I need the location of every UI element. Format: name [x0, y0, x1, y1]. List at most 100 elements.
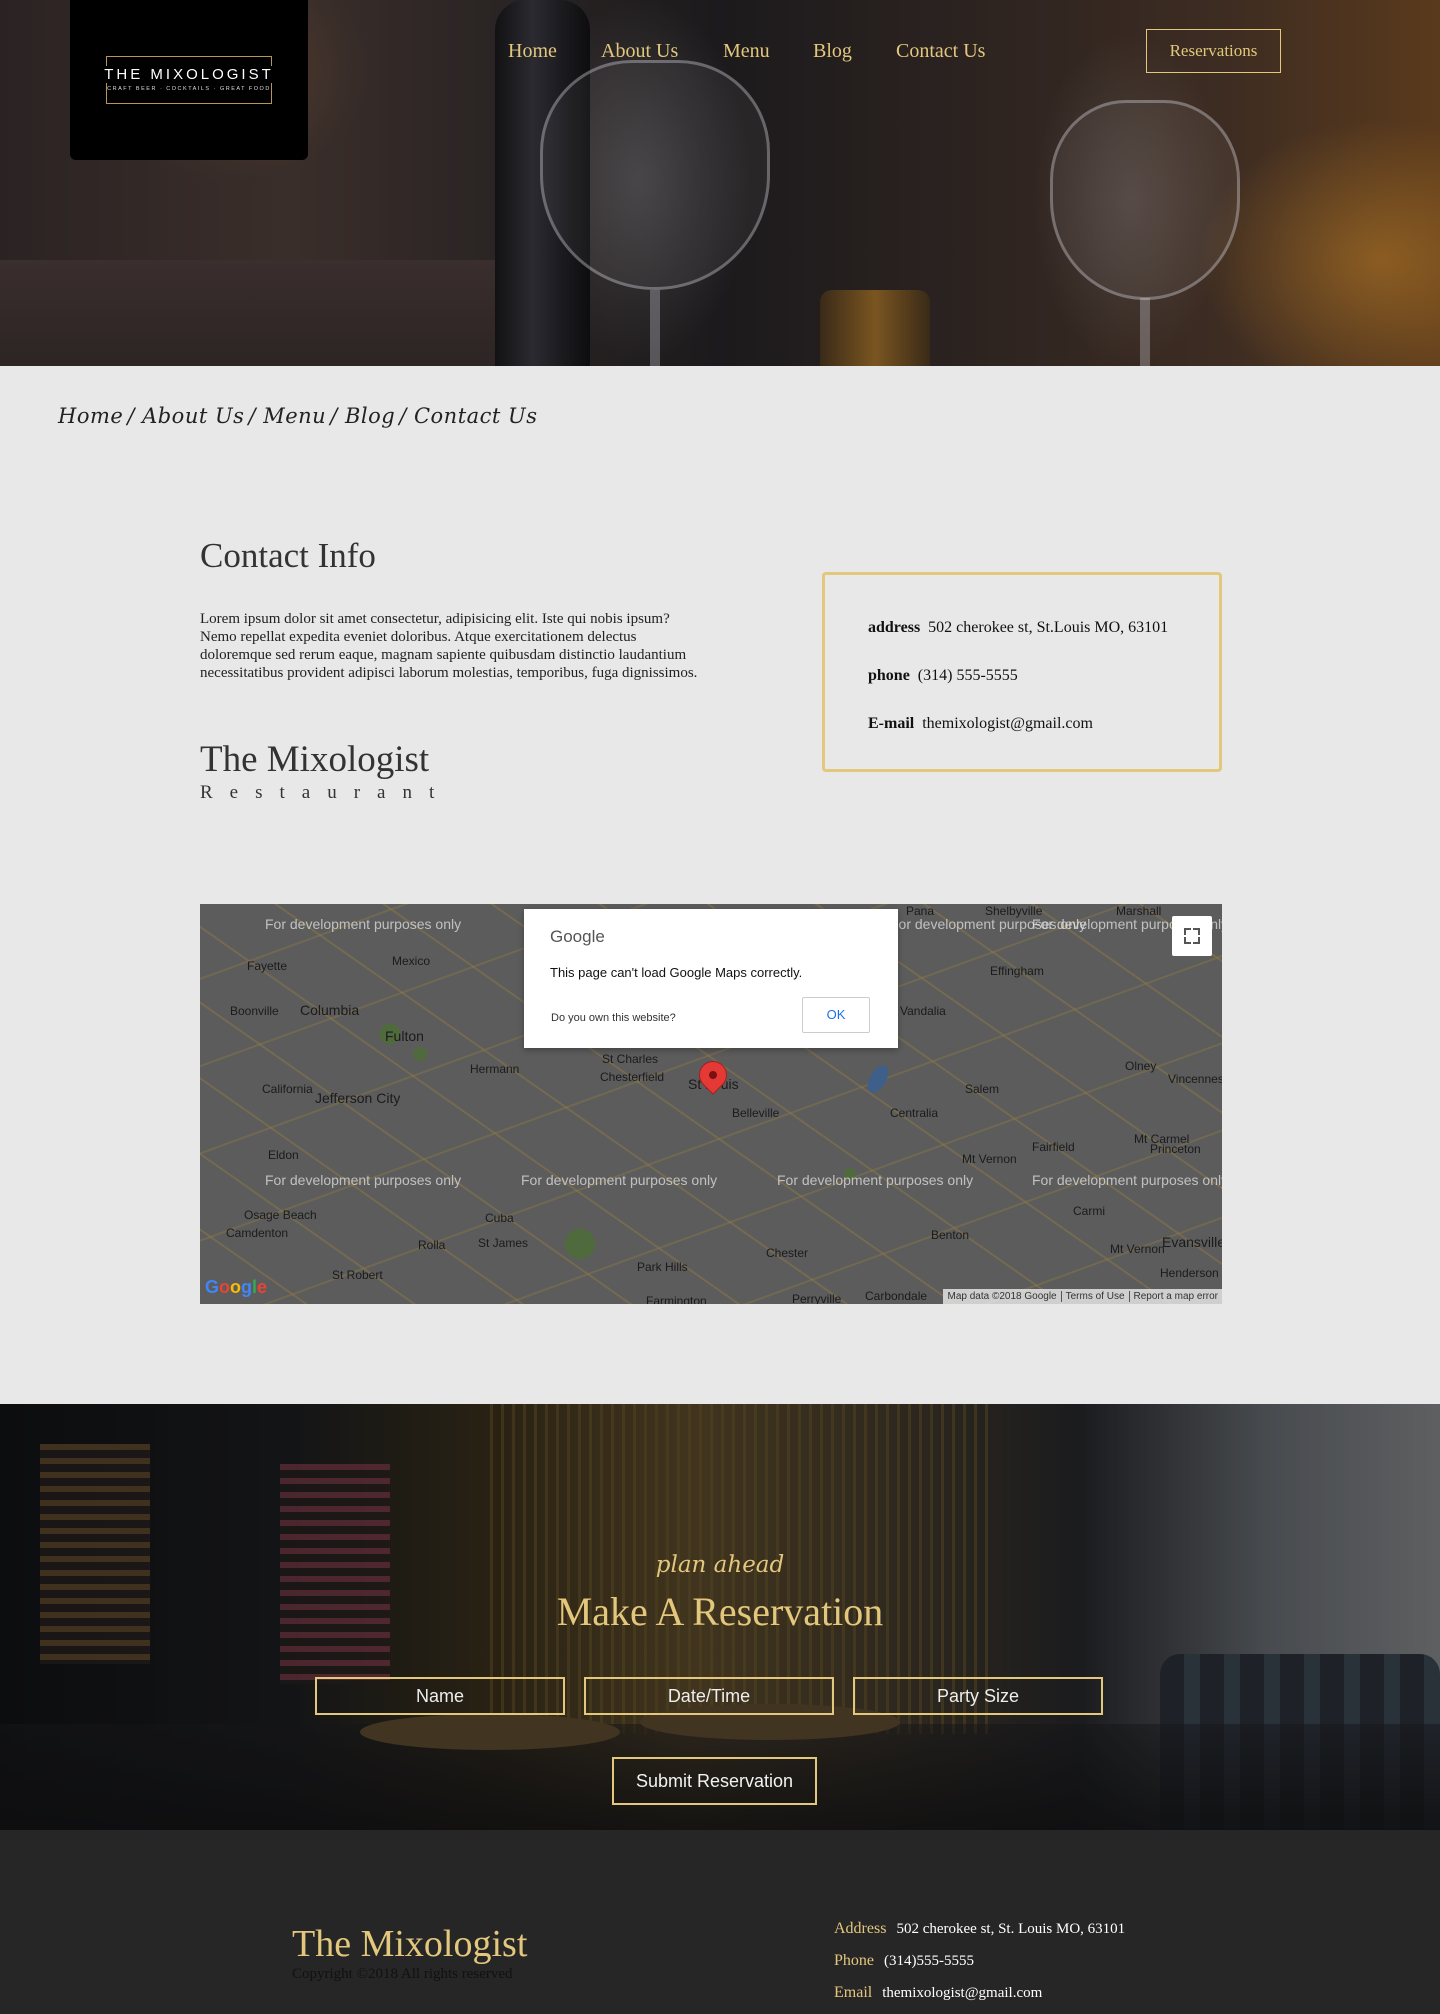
dialog-google-logo: Google — [550, 927, 605, 946]
contact-info-title: Contact Info — [200, 536, 376, 575]
hero-jar-image — [820, 290, 930, 366]
fullscreen-corner — [1193, 928, 1200, 935]
map-place: Olney — [1125, 1059, 1157, 1073]
hero-glass-stem-2 — [1140, 298, 1150, 366]
map-place: Carbondale — [865, 1289, 928, 1303]
map-place: Jefferson City — [315, 1090, 401, 1106]
map-place: Mt Vernon — [962, 1152, 1017, 1166]
phone-value[interactable]: (314) 555-5555 — [918, 667, 1018, 684]
map-place: Vincennes — [1168, 1072, 1222, 1086]
map-place: California — [262, 1082, 313, 1096]
date-time-field[interactable]: Date/Time — [584, 1677, 834, 1715]
hero-banner: THE MIXOLOGIST CRAFT BEER · COCKTAILS · … — [0, 0, 1440, 366]
breadcrumb-menu[interactable]: Menu — [263, 404, 326, 428]
reservation-title: Make A Reservation — [556, 1589, 884, 1634]
nav-home[interactable]: Home — [508, 40, 557, 63]
map-place: Rolla — [418, 1238, 446, 1252]
map-place: Chesterfield — [600, 1070, 665, 1084]
address-label: address — [868, 619, 921, 636]
contact-info-text: Lorem ipsum dolor sit amet consectetur, … — [200, 611, 698, 681]
map-data-credit: Map data ©2018 Google — [947, 1291, 1057, 1302]
dialog-ok-button[interactable]: OK — [802, 997, 870, 1033]
submit-reservation-button[interactable]: Submit Reservation — [612, 1757, 817, 1805]
map-place: Boonville — [230, 1004, 279, 1018]
logo-tagline: CRAFT BEER · COCKTAILS · GREAT FOOD — [107, 86, 271, 92]
logo-name-text: THE MIXOLOGIST — [98, 66, 280, 83]
email-label: E-mail — [868, 715, 915, 732]
breadcrumb-about-us[interactable]: About Us — [142, 404, 244, 428]
footer-copyright: Copyright ©2018 All rights reserved — [292, 1966, 513, 1982]
map-place: Carmi — [1073, 1204, 1105, 1218]
hero-glass-image-2 — [1050, 100, 1240, 300]
map-place: Eldon — [268, 1148, 299, 1162]
email-value[interactable]: themixologist@gmail.com — [922, 715, 1093, 732]
map-place: Evansville — [1162, 1234, 1222, 1250]
name-field[interactable]: Name — [315, 1677, 565, 1715]
footer-email-label: Email — [834, 1984, 873, 2001]
google-map[interactable]: Fayette Mexico Boonville Columbia Fulton… — [200, 904, 1222, 1304]
map-place: Park Hills — [637, 1260, 688, 1274]
phone-row: phone (314) 555-5555 — [868, 667, 1018, 685]
fullscreen-icon[interactable] — [1172, 916, 1212, 956]
map-place: Centralia — [890, 1106, 939, 1120]
map-lake — [863, 1062, 893, 1096]
map-place: Perryville — [792, 1292, 842, 1304]
map-place: Belleville — [732, 1106, 780, 1120]
footer-address-label: Address — [834, 1920, 887, 1937]
hero-table-image — [0, 260, 500, 366]
map-place: Fayette — [247, 959, 288, 973]
map-dev-watermark: For development purposes only — [521, 1172, 718, 1188]
contact-details-box: address 502 cherokee st, St.Louis MO, 631… — [822, 572, 1222, 772]
maps-error-dialog: Google This page can't load Google Maps … — [524, 909, 898, 1048]
map-place: Chester — [766, 1246, 809, 1260]
footer — [0, 1830, 1440, 2014]
reservation-kicker: plan ahead — [655, 1552, 785, 1578]
nav-menu[interactable]: Menu — [723, 40, 770, 63]
nav-contact-us[interactable]: Contact Us — [896, 40, 985, 63]
fullscreen-corner — [1184, 937, 1191, 944]
terms-of-use-link[interactable]: Terms of Use — [1060, 1291, 1125, 1302]
breadcrumb-home[interactable]: Home — [58, 404, 123, 428]
map-place: St Charles — [602, 1052, 659, 1066]
map-place: Vandalia — [900, 1004, 946, 1018]
map-place: Henderson — [1160, 1266, 1219, 1280]
hero-glass-stem — [650, 290, 660, 366]
hero-glass-image — [540, 60, 770, 290]
map-dev-watermark: For development purposes only — [265, 916, 462, 932]
map-place: Camdenton — [226, 1226, 289, 1240]
breadcrumb: Home / About Us / Menu / Blog / Contact Us — [58, 404, 538, 428]
map-dev-watermark: For development purposes only — [777, 1172, 974, 1188]
map-place: Mexico — [392, 954, 431, 968]
dialog-own-website-link[interactable]: Do you own this website? — [551, 1012, 676, 1024]
footer-phone-row: Phone (314)555-5555 — [834, 1952, 974, 1970]
site-logo[interactable]: THE MIXOLOGIST CRAFT BEER · COCKTAILS · … — [70, 0, 308, 160]
logo-name: THE MIXOLOGIST — [70, 66, 308, 83]
map-place: Benton — [931, 1228, 970, 1242]
map-place: Hermann — [470, 1062, 520, 1076]
breadcrumb-blog[interactable]: Blog — [345, 404, 395, 428]
address-row: address 502 cherokee st, St.Louis MO, 631… — [868, 619, 1168, 637]
map-place: Salem — [965, 1082, 1000, 1096]
footer-phone[interactable]: (314)555-5555 — [884, 1953, 974, 1969]
map-attribution: Map data ©2018 Google Terms of Use Repor… — [943, 1289, 1222, 1304]
reservations-button[interactable]: Reservations — [1146, 29, 1281, 73]
party-size-field[interactable]: Party Size — [853, 1677, 1103, 1715]
map-place: Princeton — [1150, 1142, 1201, 1156]
google-logo[interactable]: Google — [205, 1277, 267, 1298]
nav-blog[interactable]: Blog — [813, 40, 852, 63]
footer-email[interactable]: themixologist@gmail.com — [882, 1985, 1042, 2001]
map-place: Fulton — [385, 1028, 424, 1044]
map-place: Mt Vernon — [1110, 1242, 1165, 1256]
footer-address: 502 cherokee st, St. Louis MO, 63101 — [896, 1921, 1126, 1937]
report-map-error-link[interactable]: Report a map error — [1128, 1291, 1218, 1302]
nav-about-us[interactable]: About Us — [601, 40, 678, 63]
footer-brand: The Mixologist — [292, 1923, 528, 1965]
dialog-message: This page can't load Google Maps correct… — [550, 965, 803, 980]
map-place: Osage Beach — [244, 1208, 317, 1222]
map-place: Farmington — [646, 1294, 707, 1304]
map-dev-watermark: For development purposes only — [1032, 1172, 1222, 1188]
footer-email-row: Email themixologist@gmail.com — [834, 1984, 1042, 2002]
email-row: E-mail themixologist@gmail.com — [868, 715, 1093, 733]
fullscreen-corner — [1184, 928, 1191, 935]
breadcrumb-contact-us[interactable]: Contact Us — [414, 404, 538, 428]
